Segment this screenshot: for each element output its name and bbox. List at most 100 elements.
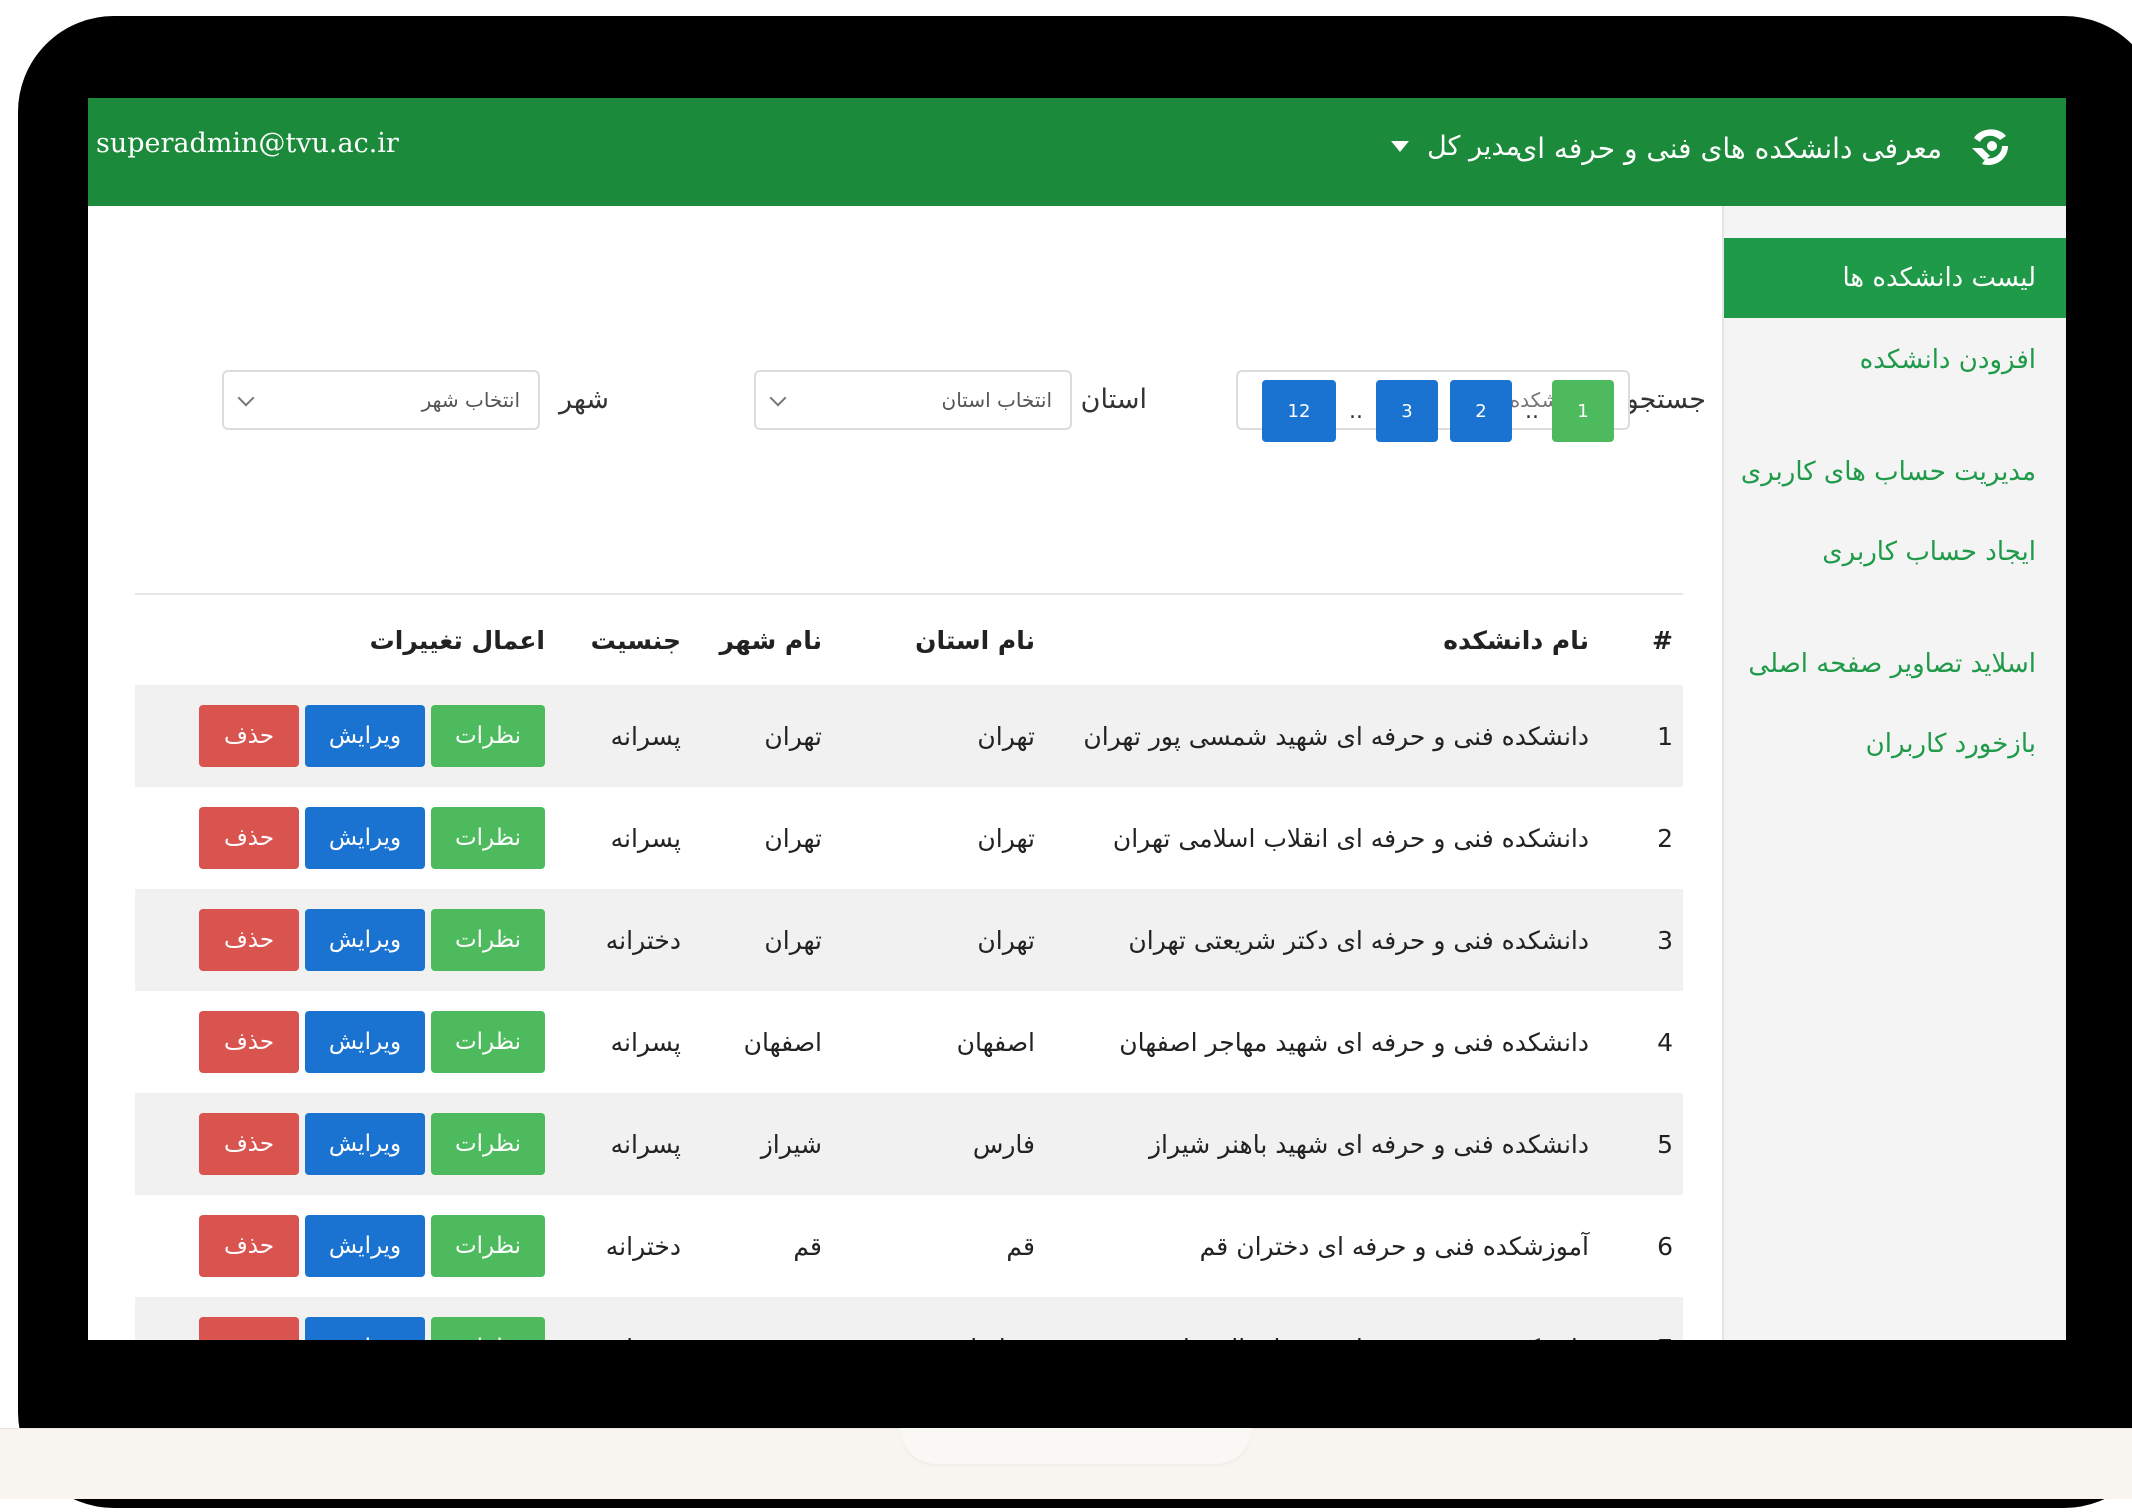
table-row: 6 آموزشکده فنی و حرفه ای دختران قم قم قم دخت… bbox=[135, 1195, 1683, 1297]
row-actions: نظراتویرایشحذف bbox=[185, 1093, 545, 1195]
city-name: شیراز bbox=[760, 1129, 822, 1159]
college-name: دانشکده فنی و حرفه ای انقلاب اسلامی تهرا… bbox=[1112, 823, 1589, 853]
table-row: 7 دانشکده فنی و حرفه ای دخترانه الزهرا مش… bbox=[135, 1297, 1683, 1340]
row-number: 1 bbox=[1657, 721, 1673, 751]
header-actions: اعمال تغییرات bbox=[369, 625, 545, 655]
college-name: آموزشکده فنی و حرفه ای دختران قم bbox=[1199, 1231, 1589, 1261]
college-name: دانشکده فنی و حرفه ای شهید شمسی پور تهرا… bbox=[1083, 721, 1589, 751]
delete-button[interactable]: حذف bbox=[199, 705, 299, 767]
table-row: 5 دانشکده فنی و حرفه ای شهید باهنر شیراز ف… bbox=[135, 1093, 1683, 1195]
city-select[interactable]: انتخاب شهر bbox=[222, 370, 540, 430]
comments-button[interactable]: نظرات bbox=[431, 1113, 545, 1175]
sidebar: لیست دانشکده ها افزودن دانشکده مدیریت حس… bbox=[1722, 206, 2066, 1340]
edit-button[interactable]: ویرایش bbox=[305, 1011, 425, 1073]
header-name: نام دانشکده bbox=[1443, 625, 1589, 655]
row-actions: نظراتویرایشحذف bbox=[185, 787, 545, 889]
row-actions: نظراتویرایشحذف bbox=[185, 991, 545, 1093]
sidebar-item-homepage-slider[interactable]: اسلاید تصاویر صفحه اصلی bbox=[1724, 634, 2066, 694]
row-actions: نظراتویرایشحذف bbox=[185, 685, 545, 787]
page-12-button[interactable]: 12 bbox=[1262, 380, 1336, 442]
province-name: تهران bbox=[977, 823, 1035, 853]
college-name: دانشکده فنی و حرفه ای شهید مهاجر اصفهان bbox=[1119, 1027, 1589, 1057]
college-name: دانشکده فنی و حرفه ای شهید باهنر شیراز bbox=[1148, 1129, 1589, 1159]
table-row: 1 دانشکده فنی و حرفه ای شهید شمسی پور تهر… bbox=[135, 685, 1683, 787]
user-menu-label: مدیر کل bbox=[1427, 130, 1520, 162]
screen: superadmin@tvu.ac.ir مدیر کل معرفی دانشک… bbox=[88, 98, 2066, 1340]
province-name: قم bbox=[1006, 1231, 1035, 1261]
comments-button[interactable]: نظرات bbox=[431, 807, 545, 869]
row-number: 3 bbox=[1657, 925, 1673, 955]
row-actions: نظرات ویرایش حذف bbox=[185, 1297, 545, 1340]
sidebar-item-user-feedback[interactable]: بازخورد کاربران bbox=[1724, 714, 2066, 774]
delete-button[interactable]: حذف bbox=[199, 1113, 299, 1175]
province-select[interactable]: انتخاب استان bbox=[754, 370, 1072, 430]
colleges-table: # نام دانشکده نام استان نام شهر جنسیت اع… bbox=[135, 593, 1683, 1340]
main-content: جستجو استان انتخاب استان شهر انتخاب شهر … bbox=[88, 206, 1724, 1340]
row-actions: نظراتویرایشحذف bbox=[185, 1195, 545, 1297]
edit-button[interactable]: ویرایش bbox=[305, 1215, 425, 1277]
pagination: 1 .. 2 3 .. 12 bbox=[1262, 380, 1614, 442]
sidebar-item-create-account[interactable]: ایجاد حساب کاربری bbox=[1724, 522, 2066, 582]
chevron-down-icon bbox=[237, 389, 255, 407]
edit-button[interactable]: ویرایش bbox=[305, 705, 425, 767]
header-province: نام استان bbox=[915, 625, 1035, 655]
city-name: تهران bbox=[764, 823, 822, 853]
comments-button[interactable]: نظرات bbox=[431, 1011, 545, 1073]
caret-down-icon bbox=[1391, 140, 1410, 152]
sidebar-item-colleges-list[interactable]: لیست دانشکده ها bbox=[1724, 238, 2066, 318]
province-select-value: انتخاب استان bbox=[941, 388, 1052, 412]
tvu-logo-icon bbox=[1972, 129, 2008, 166]
gender: دخترانه bbox=[605, 1231, 681, 1261]
edit-button[interactable]: ویرایش bbox=[305, 1317, 425, 1340]
gender: دخترانه bbox=[605, 925, 681, 955]
comments-button[interactable]: نظرات bbox=[431, 1317, 545, 1340]
table-body: 1 دانشکده فنی و حرفه ای شهید شمسی پور تهر… bbox=[135, 685, 1683, 1340]
edit-button[interactable]: ویرایش bbox=[305, 909, 425, 971]
row-actions: نظراتویرایشحذف bbox=[185, 889, 545, 991]
province-name: تهران bbox=[977, 721, 1035, 751]
province-label: استان bbox=[1080, 384, 1147, 415]
delete-button[interactable]: حذف bbox=[199, 1011, 299, 1073]
table-row: 3 دانشکده فنی و حرفه ای دکتر شریعتی تهران… bbox=[135, 889, 1683, 991]
delete-button[interactable]: حذف bbox=[199, 807, 299, 869]
row-number: 7 bbox=[1613, 1297, 1673, 1341]
user-menu-dropdown[interactable]: مدیر کل bbox=[1320, 126, 1520, 166]
table-row: 2 دانشکده فنی و حرفه ای انقلاب اسلامی تهر… bbox=[135, 787, 1683, 889]
page-2-button[interactable]: 2 bbox=[1450, 380, 1512, 442]
comments-button[interactable]: نظرات bbox=[431, 909, 545, 971]
page-3-button[interactable]: 3 bbox=[1376, 380, 1438, 442]
user-email: superadmin@tvu.ac.ir bbox=[96, 128, 399, 159]
delete-button[interactable]: حذف bbox=[199, 909, 299, 971]
delete-button[interactable]: حذف bbox=[199, 1215, 299, 1277]
gender: پسرانه bbox=[610, 1129, 681, 1159]
header-num: # bbox=[1652, 625, 1673, 655]
pagination-ellipsis: .. bbox=[1525, 398, 1539, 424]
laptop-notch bbox=[900, 1428, 1252, 1464]
row-number: 4 bbox=[1657, 1027, 1673, 1057]
gender: پسرانه bbox=[610, 1027, 681, 1057]
page-1-button[interactable]: 1 bbox=[1552, 380, 1614, 442]
edit-button[interactable]: ویرایش bbox=[305, 807, 425, 869]
city-name: مشهد bbox=[682, 1297, 822, 1341]
province-name: فارس bbox=[972, 1129, 1035, 1159]
edit-button[interactable]: ویرایش bbox=[305, 1113, 425, 1175]
gender: پسرانه bbox=[610, 721, 681, 751]
comments-button[interactable]: نظرات bbox=[431, 1215, 545, 1277]
sidebar-item-manage-accounts[interactable]: مدیریت حساب های کاربری bbox=[1724, 442, 2066, 502]
delete-button[interactable]: حذف bbox=[199, 1317, 299, 1340]
brand-title: معرفی دانشکده های فنی و حرفه ای bbox=[1515, 131, 1942, 165]
comments-button[interactable]: نظرات bbox=[431, 705, 545, 767]
table-row: 4 دانشکده فنی و حرفه ای شهید مهاجر اصفهان… bbox=[135, 991, 1683, 1093]
college-name: دانشکده فنی و حرفه ای دکتر شریعتی تهران bbox=[1128, 925, 1589, 955]
city-name: قم bbox=[793, 1231, 822, 1261]
gender: پسرانه bbox=[610, 823, 681, 853]
gender: دخترانه bbox=[561, 1297, 681, 1341]
province-name: اصفهان bbox=[956, 1027, 1035, 1057]
city-select-value: انتخاب شهر bbox=[421, 388, 520, 412]
city-name: تهران bbox=[764, 925, 822, 955]
pagination-ellipsis: .. bbox=[1349, 398, 1363, 424]
brand[interactable]: معرفی دانشکده های فنی و حرفه ای bbox=[1515, 120, 2016, 176]
table-header: # نام دانشکده نام استان نام شهر جنسیت اع… bbox=[135, 593, 1683, 685]
chevron-down-icon bbox=[769, 389, 787, 407]
sidebar-item-add-college[interactable]: افزودن دانشکده bbox=[1724, 330, 2066, 390]
